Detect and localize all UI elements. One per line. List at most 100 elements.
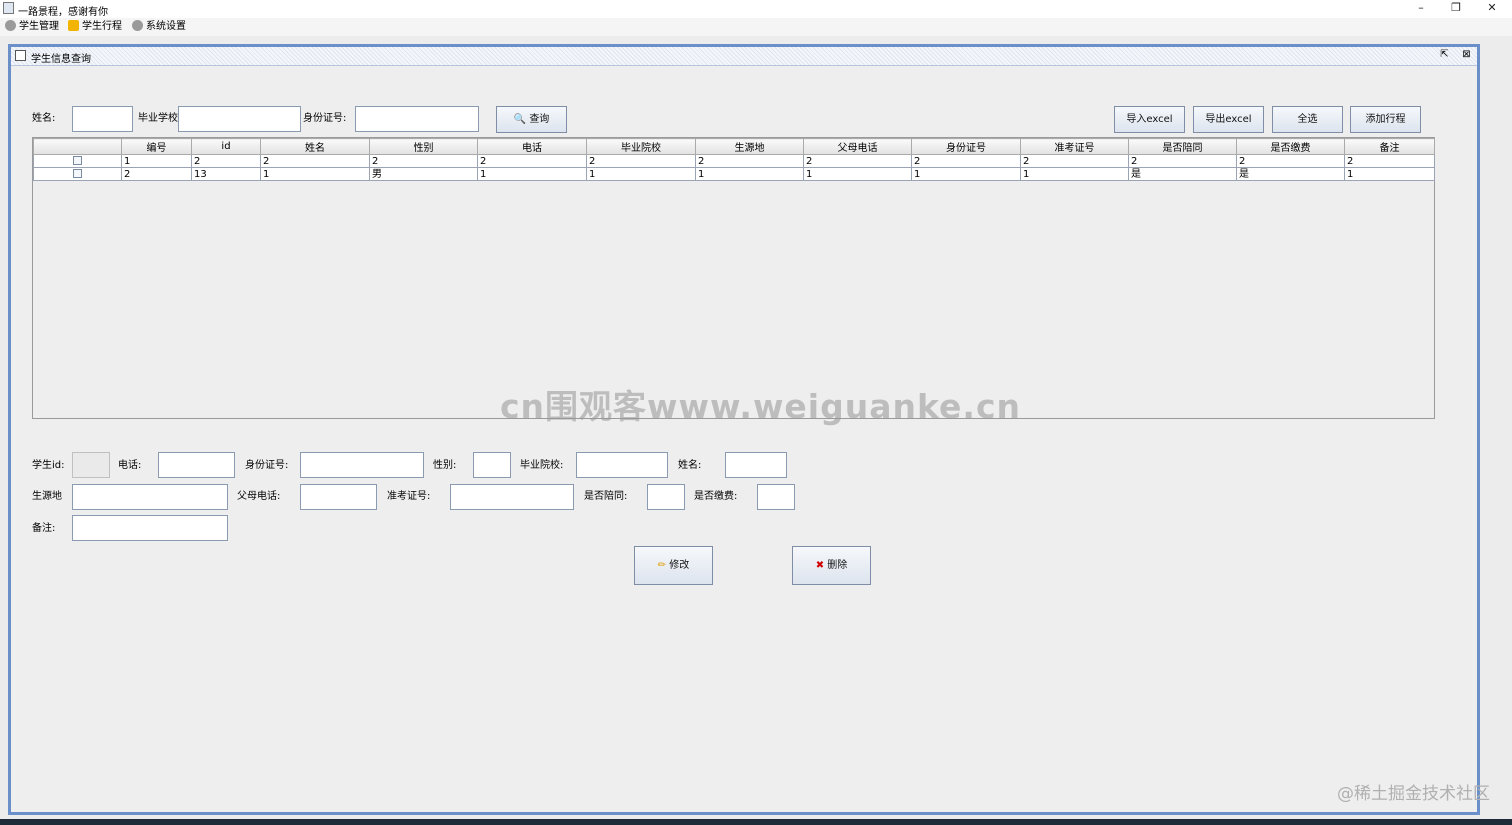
student-id-label: 学生id: [32, 460, 65, 471]
column-header[interactable]: 编号 [121, 138, 192, 155]
menu-label: 学生行程 [82, 21, 122, 32]
restore-button[interactable]: ❐ [1438, 0, 1474, 18]
menu-label: 学生管理 [19, 21, 59, 32]
edit-button[interactable]: ✏ 修改 [634, 546, 713, 585]
import-excel-button[interactable]: 导入excel [1114, 106, 1185, 133]
column-header[interactable]: 是否缴费 [1236, 138, 1345, 155]
table-cell[interactable]: 1 [695, 167, 804, 181]
table-cell[interactable]: 13 [191, 167, 261, 181]
table-cell[interactable]: 1 [911, 167, 1021, 181]
idcard-form-label: 身份证号: [245, 460, 289, 471]
table-cell[interactable]: 男 [369, 167, 478, 181]
column-header[interactable]: 备注 [1344, 138, 1435, 155]
minimize-button[interactable]: – [1403, 0, 1439, 18]
row-checkbox-cell[interactable] [33, 154, 122, 168]
delete-button[interactable]: ✖ 删除 [792, 546, 871, 585]
column-header[interactable]: 性别 [369, 138, 478, 155]
table-cell[interactable]: 2 [1128, 154, 1237, 168]
accompany-field[interactable] [647, 484, 685, 510]
name-form-label: 姓名: [678, 460, 702, 471]
search-name-input[interactable] [72, 106, 133, 132]
frame-close-icon[interactable]: ⊠ [1460, 49, 1473, 62]
school-field[interactable] [576, 452, 668, 478]
menu-label: 系统设置 [146, 21, 186, 32]
column-header[interactable]: 电话 [477, 138, 587, 155]
pencil-icon: ✏ [657, 560, 667, 571]
edit-label: 修改 [669, 560, 690, 571]
float-icon[interactable]: ⇱ [1438, 49, 1451, 62]
idcard-label: 身份证号: [303, 113, 347, 124]
table-cell[interactable]: 2 [477, 154, 587, 168]
table-cell[interactable]: 1 [121, 154, 192, 168]
phone-field[interactable] [158, 452, 235, 478]
table-cell[interactable]: 2 [260, 154, 370, 168]
gender-field[interactable] [473, 452, 511, 478]
select-all-button[interactable]: 全选 [1272, 106, 1343, 133]
table-cell[interactable]: 1 [1344, 167, 1435, 181]
column-header[interactable]: 父母电话 [803, 138, 912, 155]
search-idcard-input[interactable] [355, 106, 479, 132]
table-cell[interactable]: 1 [586, 167, 696, 181]
name-field[interactable] [725, 452, 787, 478]
column-header[interactable]: 准考证号 [1020, 138, 1129, 155]
table-cell[interactable]: 2 [369, 154, 478, 168]
menu-system-settings[interactable]: 系统设置 [132, 20, 186, 34]
table-cell[interactable]: 1 [260, 167, 370, 181]
column-header[interactable]: 身份证号 [911, 138, 1021, 155]
table-cell[interactable]: 是 [1236, 167, 1345, 181]
table-cell[interactable]: 1 [1020, 167, 1129, 181]
column-header[interactable]: 是否陪同 [1128, 138, 1237, 155]
frame-title: 学生信息查询 [31, 54, 91, 65]
menu-student-management[interactable]: 学生管理 [5, 20, 59, 34]
java-app-icon [3, 2, 14, 14]
frame-icon [15, 50, 26, 61]
name-label: 姓名: [32, 113, 56, 124]
column-header[interactable]: 毕业院校 [586, 138, 696, 155]
menu-bar: 学生管理 学生行程 系统设置 [0, 18, 1512, 36]
export-excel-button[interactable]: 导出excel [1193, 106, 1264, 133]
exam-no-field[interactable] [450, 484, 574, 510]
table-cell[interactable]: 2 [1020, 154, 1129, 168]
close-button[interactable]: ✕ [1474, 0, 1510, 18]
column-header[interactable]: id [191, 138, 261, 155]
table-cell[interactable]: 2 [1344, 154, 1435, 168]
column-header[interactable]: 姓名 [260, 138, 370, 155]
table-cell[interactable]: 2 [695, 154, 804, 168]
paid-field[interactable] [757, 484, 795, 510]
watermark: cn围观客www.weiguanke.cn [500, 387, 1022, 426]
table-cell[interactable]: 2 [586, 154, 696, 168]
table-row[interactable]: 1 2 2 2 2 2 2 2 2 2 2 2 2 [33, 154, 1435, 168]
remark-field[interactable] [72, 515, 228, 541]
table-cell[interactable]: 2 [911, 154, 1021, 168]
delete-x-icon: ✖ [815, 560, 825, 571]
table-cell[interactable]: 1 [477, 167, 587, 181]
column-header[interactable] [33, 138, 122, 155]
delete-label: 删除 [827, 560, 848, 571]
table-cell[interactable]: 1 [803, 167, 912, 181]
search-school-input[interactable] [178, 106, 301, 132]
menu-student-trip[interactable]: 学生行程 [68, 20, 122, 34]
column-header[interactable]: 生源地 [695, 138, 804, 155]
school-form-label: 毕业院校: [520, 460, 564, 471]
remark-label: 备注: [32, 523, 56, 534]
row-checkbox-cell[interactable] [33, 167, 122, 181]
table-row[interactable]: 2 13 1 男 1 1 1 1 1 1 是 是 1 [33, 167, 1435, 181]
frame-titlebar[interactable]: 学生信息查询 ⇱ ⊠ [11, 47, 1477, 66]
school-label: 毕业学校 [138, 113, 178, 124]
add-trip-button[interactable]: 添加行程 [1350, 106, 1421, 133]
query-button[interactable]: 🔍 查询 [496, 106, 567, 133]
parent-phone-field[interactable] [300, 484, 377, 510]
student-table[interactable]: 编号 id 姓名 性别 电话 毕业院校 生源地 父母电话 身份证号 准考证号 是… [32, 137, 1435, 419]
table-cell[interactable]: 2 [121, 167, 192, 181]
exam-no-label: 准考证号: [387, 491, 431, 502]
table-cell[interactable]: 2 [803, 154, 912, 168]
gear-icon [132, 20, 143, 31]
row-checkbox[interactable] [73, 169, 82, 178]
search-icon: 🔍 [513, 114, 527, 125]
table-cell[interactable]: 是 [1128, 167, 1237, 181]
origin-field[interactable] [72, 484, 228, 510]
row-checkbox[interactable] [73, 156, 82, 165]
idcard-field[interactable] [300, 452, 424, 478]
table-cell[interactable]: 2 [1236, 154, 1345, 168]
table-cell[interactable]: 2 [191, 154, 261, 168]
